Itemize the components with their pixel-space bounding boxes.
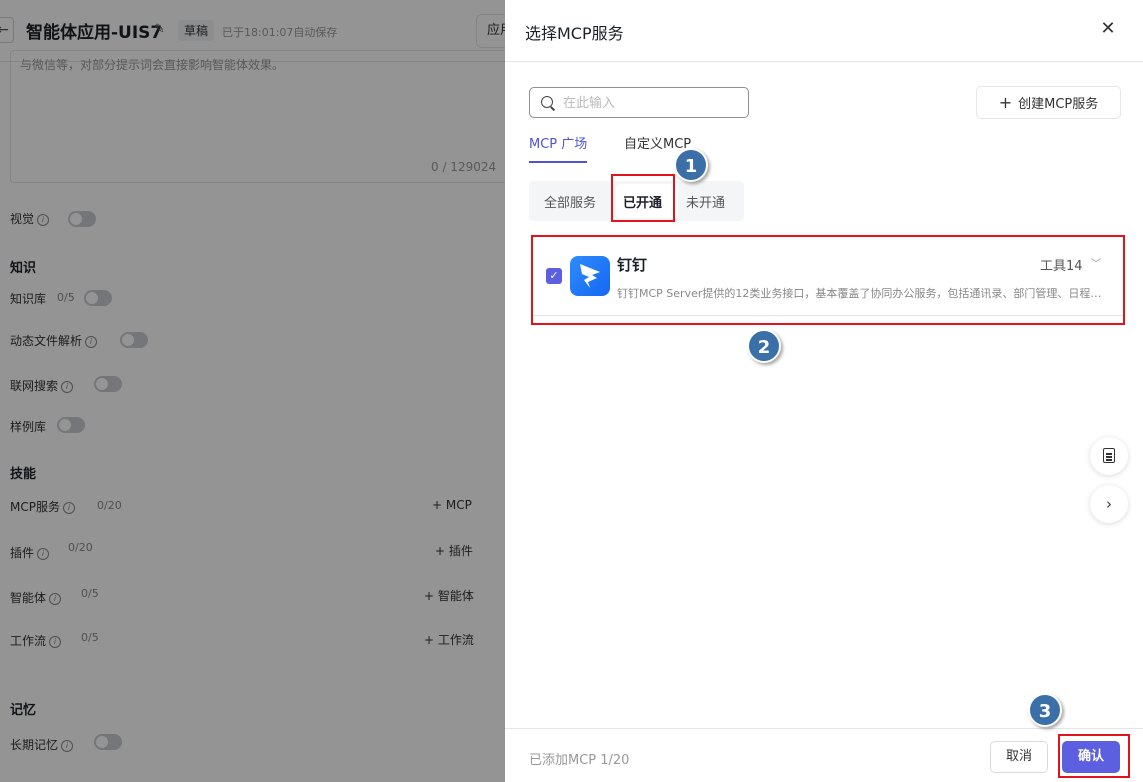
mcp-select-drawer: 选择MCP服务 ✕ +创建MCP服务 MCP 广场 自定义MCP 全部服务 已开… (505, 0, 1143, 782)
search-input[interactable] (563, 93, 743, 113)
drawer-title: 选择MCP服务 (525, 24, 624, 43)
doc-button[interactable] (1090, 437, 1128, 475)
step-badge-1: 1 (674, 148, 708, 182)
drawer-header: 选择MCP服务 ✕ (505, 0, 1143, 62)
cancel-button[interactable]: 取消 (990, 741, 1048, 773)
highlight-box-3 (1058, 734, 1130, 778)
search-box[interactable] (529, 87, 749, 118)
chevron-right-icon: › (1106, 495, 1112, 513)
step-badge-2: 2 (747, 329, 781, 363)
tab-mcp-square[interactable]: MCP 广场 (529, 133, 588, 163)
step-badge-3: 3 (1028, 693, 1062, 727)
added-count-text: 已添加MCP 1/20 (529, 753, 630, 768)
modal-overlay[interactable] (0, 0, 505, 782)
close-icon[interactable]: ✕ (1097, 18, 1119, 40)
next-button[interactable]: › (1090, 485, 1128, 523)
highlight-box-2 (531, 235, 1125, 325)
highlight-box-1 (611, 174, 675, 222)
search-icon (541, 96, 553, 108)
plus-icon: + (998, 93, 1013, 112)
create-mcp-label: 创建MCP服务 (1018, 97, 1099, 112)
filter-not-activated[interactable]: 未开通 (686, 192, 725, 211)
filter-all[interactable]: 全部服务 (544, 192, 596, 211)
background-page: ← 智能体应用-UIS7 ✎ 草稿 已于18:01:07自动保存 应用 与微信等… (0, 0, 505, 782)
create-mcp-button[interactable]: + 创建MCP服务 (976, 86, 1121, 119)
drawer-footer: 已添加MCP 1/20 取消 确认 (505, 728, 1143, 782)
document-icon (1103, 448, 1115, 463)
